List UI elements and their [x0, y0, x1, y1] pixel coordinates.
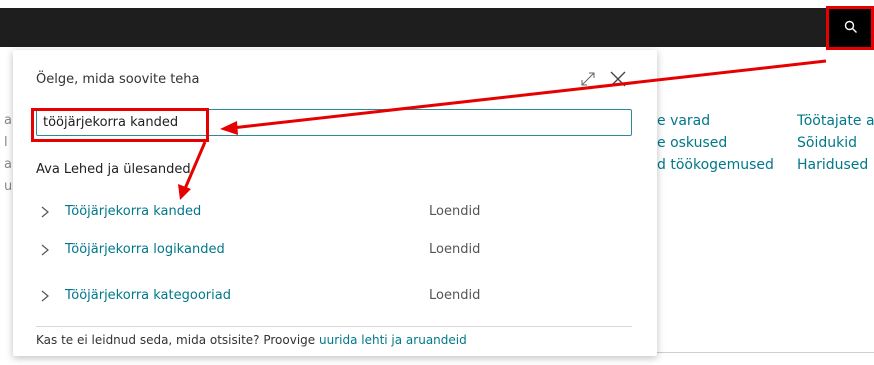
footer-text: Kas te ei leidnud seda, mida otsisite? P… — [36, 333, 319, 347]
result-row[interactable]: Tööjärjekorra logikanded Loendid — [36, 238, 632, 266]
divider — [657, 352, 874, 353]
annotation-highlight-search-button — [826, 6, 874, 50]
chevron-right-icon — [41, 206, 49, 218]
annotation-highlight-search-input — [31, 108, 209, 142]
result-label[interactable]: Tööjärjekorra kanded — [65, 204, 201, 219]
result-label[interactable]: Tööjärjekorra logikanded — [65, 242, 225, 257]
top-bar — [0, 8, 874, 47]
background-column-2: Töötajate a Sõidukid Haridused — [797, 110, 874, 176]
result-row[interactable]: Tööjärjekorra kanded Loendid — [36, 200, 632, 228]
tell-me-dialog: Öelge, mida soovite teha Ava Lehed ja ül… — [13, 50, 657, 356]
close-icon[interactable] — [609, 70, 627, 88]
footer-divider — [36, 326, 632, 327]
background-link[interactable]: e oskused — [657, 132, 774, 154]
background-link[interactable]: e varad — [657, 110, 774, 132]
background-link[interactable]: Haridused — [797, 154, 874, 176]
result-row[interactable]: Tööjärjekorra kategooriad Loendid — [36, 284, 632, 312]
expand-icon[interactable] — [579, 70, 597, 88]
background-link[interactable]: Töötajate a — [797, 110, 874, 132]
result-category: Loendid — [429, 242, 481, 257]
dialog-footer: Kas te ei leidnud seda, mida otsisite? P… — [36, 333, 467, 347]
result-label[interactable]: Tööjärjekorra kategooriad — [65, 288, 231, 303]
result-category: Loendid — [429, 204, 481, 219]
background-link[interactable]: d töökogemused — [657, 154, 774, 176]
background-column-1: e varad e oskused d töökogemused — [657, 110, 774, 176]
background-left-edge: alau — [4, 113, 13, 194]
dialog-title: Öelge, mida soovite teha — [36, 72, 200, 87]
section-heading: Ava Lehed ja ülesanded — [36, 162, 191, 177]
chevron-right-icon — [41, 290, 49, 302]
background-link[interactable]: Sõidukid — [797, 132, 874, 154]
result-category: Loendid — [429, 288, 481, 303]
explore-pages-link[interactable]: uurida lehti ja aruandeid — [319, 333, 467, 347]
chevron-right-icon — [41, 244, 49, 256]
